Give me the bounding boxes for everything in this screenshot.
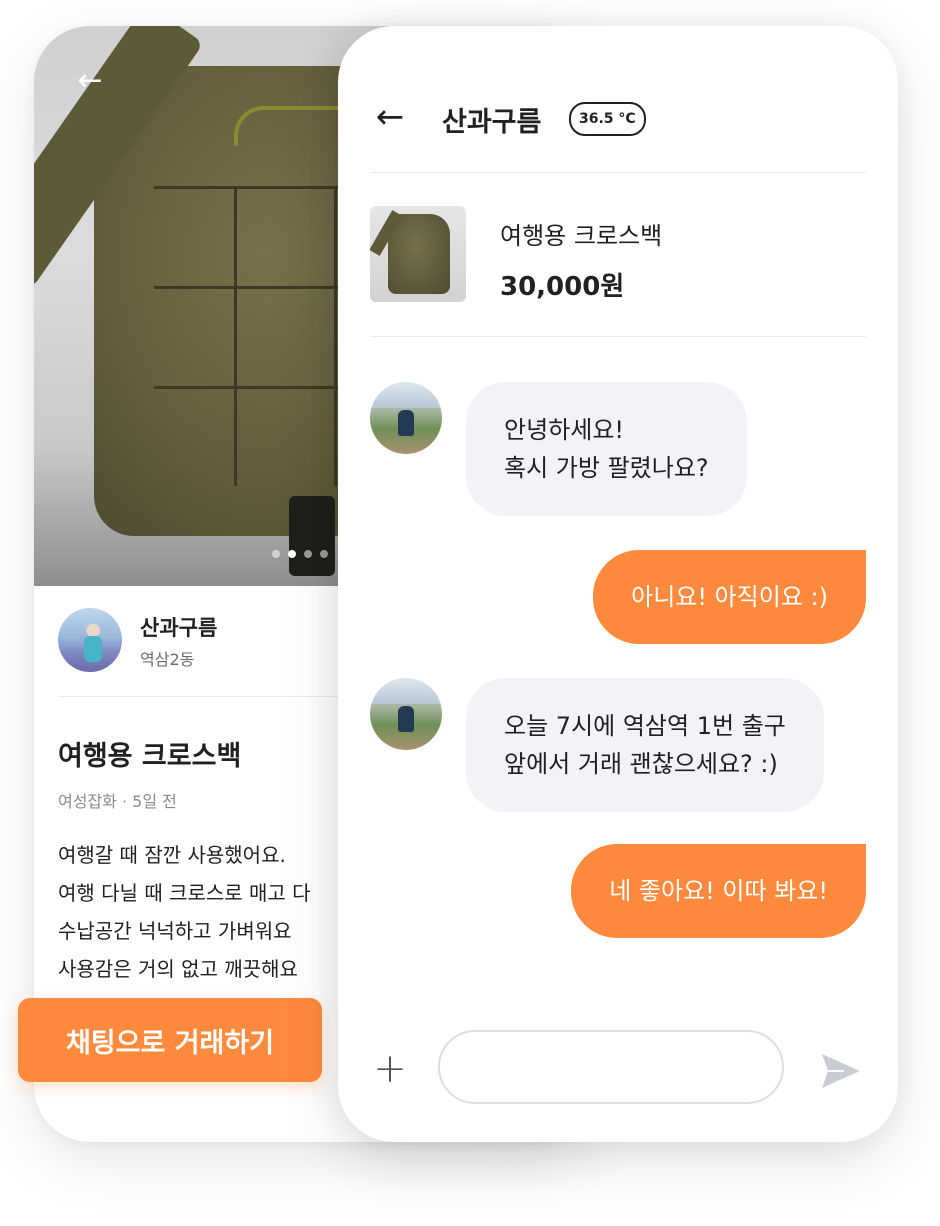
message-line: 네 좋아요! 이따 봐요!	[609, 877, 828, 905]
arrow-left-icon[interactable]: ←	[370, 98, 410, 138]
avatar	[58, 608, 122, 672]
product-title: 여행용 크로스백	[58, 741, 242, 772]
product-meta: 여성잡화 · 5일 전	[58, 792, 177, 811]
seller-location: 역삼2동	[140, 650, 195, 669]
avatar[interactable]	[370, 678, 442, 750]
arrow-left-icon[interactable]: ←	[70, 66, 110, 96]
message-line: 혹시 가방 팔렸나요?	[504, 454, 709, 482]
chat-product-title: 여행용 크로스백	[500, 222, 663, 250]
chat-partner-name: 산과구름	[442, 107, 542, 138]
pagination-dot-active[interactable]	[288, 550, 296, 558]
chat-screen: ← 산과구름 36.5 °C 여행용 크로스백 30,000원 안녕하세요! 혹…	[338, 26, 898, 1142]
message-bubble-incoming: 오늘 7시에 역삼역 1번 출구 앞에서 거래 괜찮으세요? :)	[466, 678, 824, 812]
message-input[interactable]	[438, 1030, 784, 1104]
message-line: 앞에서 거래 괜찮으세요? :)	[504, 750, 778, 778]
message-line: 안녕하세요!	[504, 416, 625, 444]
message-bubble-outgoing: 네 좋아요! 이따 봐요!	[571, 844, 866, 938]
manner-temperature-badge: 36.5 °C	[569, 102, 646, 136]
divider	[370, 336, 866, 337]
message-line: 아니요! 아직이요 :)	[631, 583, 828, 611]
pagination-dot[interactable]	[304, 550, 312, 558]
chat-trade-button[interactable]: 채팅으로 거래하기	[18, 998, 322, 1082]
avatar[interactable]	[370, 382, 442, 454]
photo-pagination	[272, 550, 328, 558]
product-thumbnail[interactable]	[370, 206, 466, 302]
message-bubble-outgoing: 아니요! 아직이요 :)	[593, 550, 866, 644]
seller-name: 산과구름	[140, 616, 218, 640]
divider	[370, 172, 866, 173]
message-line: 오늘 7시에 역삼역 1번 출구	[504, 712, 786, 740]
message-bubble-incoming: 안녕하세요! 혹시 가방 팔렸나요?	[466, 382, 747, 516]
send-icon[interactable]	[818, 1048, 864, 1094]
pagination-dot[interactable]	[320, 550, 328, 558]
pagination-dot[interactable]	[272, 550, 280, 558]
chat-product-price: 30,000원	[500, 272, 625, 302]
plus-icon[interactable]: +	[370, 1049, 410, 1090]
